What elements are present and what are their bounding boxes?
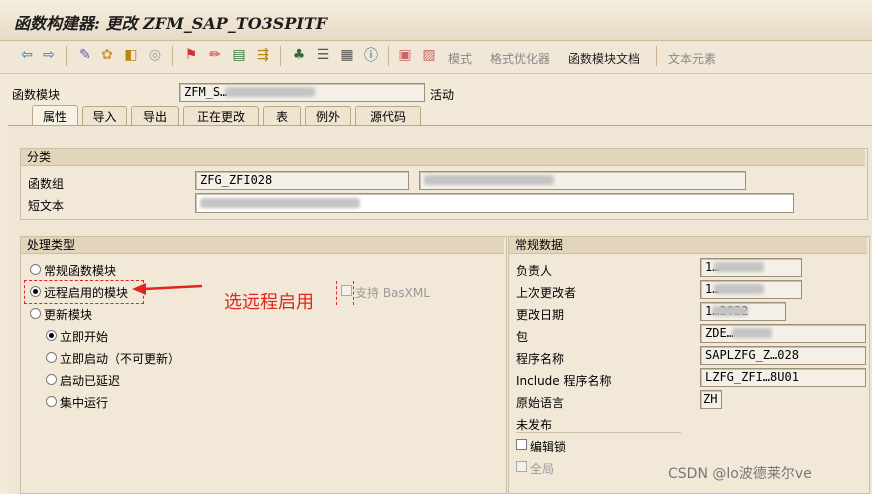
support-basxml-label: 支持 BasXML <box>355 286 430 300</box>
radio-update-module[interactable] <box>30 308 41 319</box>
radio-start-immediately[interactable] <box>46 330 57 341</box>
test-icon[interactable]: ▣ <box>396 46 414 64</box>
radio-normal-fm[interactable] <box>30 264 41 275</box>
short-text-label: 短文本 <box>28 199 65 213</box>
forward-arrow-icon[interactable]: ⇨ <box>40 46 58 64</box>
include-name-field: LZFG_ZFI…8U01 <box>700 368 866 387</box>
tab-source-code[interactable]: 源代码 <box>355 106 421 125</box>
layout-icon[interactable]: ▦ <box>338 46 356 64</box>
radio-immediate-no-restart[interactable] <box>46 352 57 363</box>
package-value: ZDE… <box>705 326 734 340</box>
program-name-field: SAPLZFG_Z…028 <box>700 346 866 365</box>
check-icon[interactable]: ◎ <box>146 46 164 64</box>
edit-lock-checkbox[interactable] <box>516 439 527 450</box>
pattern-button[interactable]: 模式 <box>448 50 472 67</box>
remote-enabled-label: 远程启用的模块 <box>44 286 129 300</box>
redaction-blur <box>714 262 764 272</box>
other-object-icon[interactable]: ✎ <box>76 46 94 64</box>
include-name-label: Include 程序名称 <box>516 374 612 388</box>
toolbar-separator <box>280 46 281 66</box>
original-language-field: ZH <box>700 390 722 409</box>
unpublished-label: 未发布 <box>516 418 553 432</box>
function-group-value: ZFG_ZFI028 <box>200 173 273 187</box>
radio-collective-run[interactable] <box>46 396 57 407</box>
tab-attributes[interactable]: 属性 <box>32 105 78 126</box>
divider <box>516 432 681 433</box>
collective-run-label: 集中运行 <box>60 396 109 410</box>
back-arrow-icon[interactable]: ⇦ <box>18 46 36 64</box>
watermark-text: CSDN @lo波德莱尔ve <box>668 466 812 482</box>
active-inactive-icon[interactable]: ◧ <box>122 46 140 64</box>
function-group-field: ZFG_ZFI028 <box>195 171 409 190</box>
tree-icon[interactable]: ♣ <box>290 46 308 64</box>
global-checkbox[interactable] <box>516 461 527 472</box>
status-label: 活动 <box>430 88 455 102</box>
edit-lock-label: 编辑锁 <box>530 440 567 454</box>
redaction-blur <box>714 284 764 294</box>
original-language-label: 原始语言 <box>516 396 565 410</box>
support-basxml-checkbox[interactable] <box>341 285 352 296</box>
classification-title: 分类 <box>21 149 865 166</box>
redaction-blur <box>732 328 772 338</box>
tab-changing[interactable]: 正在更改 <box>183 106 259 125</box>
window-title: 函数构建器: 更改 ZFM_SAP_TO3SPITF <box>14 14 328 33</box>
redaction-blur <box>712 306 748 316</box>
fm-documentation-button[interactable]: 函数模块文档 <box>568 50 640 67</box>
tab-import[interactable]: 导入 <box>82 106 127 125</box>
fm-label: 函数模块 <box>12 88 61 102</box>
changed-on-label: 更改日期 <box>516 308 565 322</box>
radio-start-delayed[interactable] <box>46 374 57 385</box>
navigate-icon[interactable]: ⇶ <box>254 46 272 64</box>
original-language-value: ZH <box>703 392 718 406</box>
where-used-icon[interactable]: ▤ <box>230 46 248 64</box>
redaction-blur <box>424 175 554 185</box>
program-name-label: 程序名称 <box>516 352 565 366</box>
text-elements-button[interactable]: 文本元素 <box>668 50 716 67</box>
fm-name-value: ZFM_S… <box>184 85 228 99</box>
pencil-icon[interactable]: ✏ <box>206 46 224 64</box>
processing-type-title: 处理类型 <box>21 237 504 254</box>
package-label: 包 <box>516 330 529 344</box>
immediate-no-restart-label: 立即启动（不可更新） <box>60 352 181 366</box>
program-name-value: SAPLZFG_Z…028 <box>705 348 799 362</box>
last-changed-by-label: 上次更改者 <box>516 286 577 300</box>
toolbar-separator <box>388 46 389 66</box>
display-change-icon[interactable]: ✿ <box>98 46 116 64</box>
person-responsible-label: 负责人 <box>516 264 553 278</box>
radio-remote-enabled[interactable] <box>30 286 41 297</box>
normal-fm-label: 常规函数模块 <box>44 264 117 278</box>
annotation-text: 选远程启用 <box>224 292 314 313</box>
start-delayed-label: 启动已延迟 <box>60 374 121 388</box>
tab-tables[interactable]: 表 <box>263 106 301 125</box>
toolbar-separator <box>656 46 657 66</box>
info-icon[interactable]: ⓘ <box>362 46 380 64</box>
redaction-blur <box>200 198 360 208</box>
package-field: ZDE… <box>700 324 866 343</box>
annotation-arrow <box>132 283 203 295</box>
list-icon[interactable]: ☰ <box>314 46 332 64</box>
update-module-label: 更新模块 <box>44 308 93 322</box>
start-immediately-label: 立即开始 <box>60 330 109 344</box>
include-name-value: LZFG_ZFI…8U01 <box>705 370 799 384</box>
toolbar-separator <box>66 46 67 66</box>
general-data-title: 常规数据 <box>509 237 867 254</box>
pretty-printer-button[interactable]: 格式优化器 <box>490 50 550 67</box>
toolbar-separator <box>172 46 173 66</box>
function-group-label: 函数组 <box>28 177 65 191</box>
tab-exceptions[interactable]: 例外 <box>305 106 351 125</box>
tab-export[interactable]: 导出 <box>131 106 179 125</box>
global-label: 全局 <box>530 462 555 476</box>
redaction-blur <box>225 87 315 97</box>
debug-icon[interactable]: ▨ <box>420 46 438 64</box>
hierarchy-icon[interactable]: ⚑ <box>182 46 200 64</box>
